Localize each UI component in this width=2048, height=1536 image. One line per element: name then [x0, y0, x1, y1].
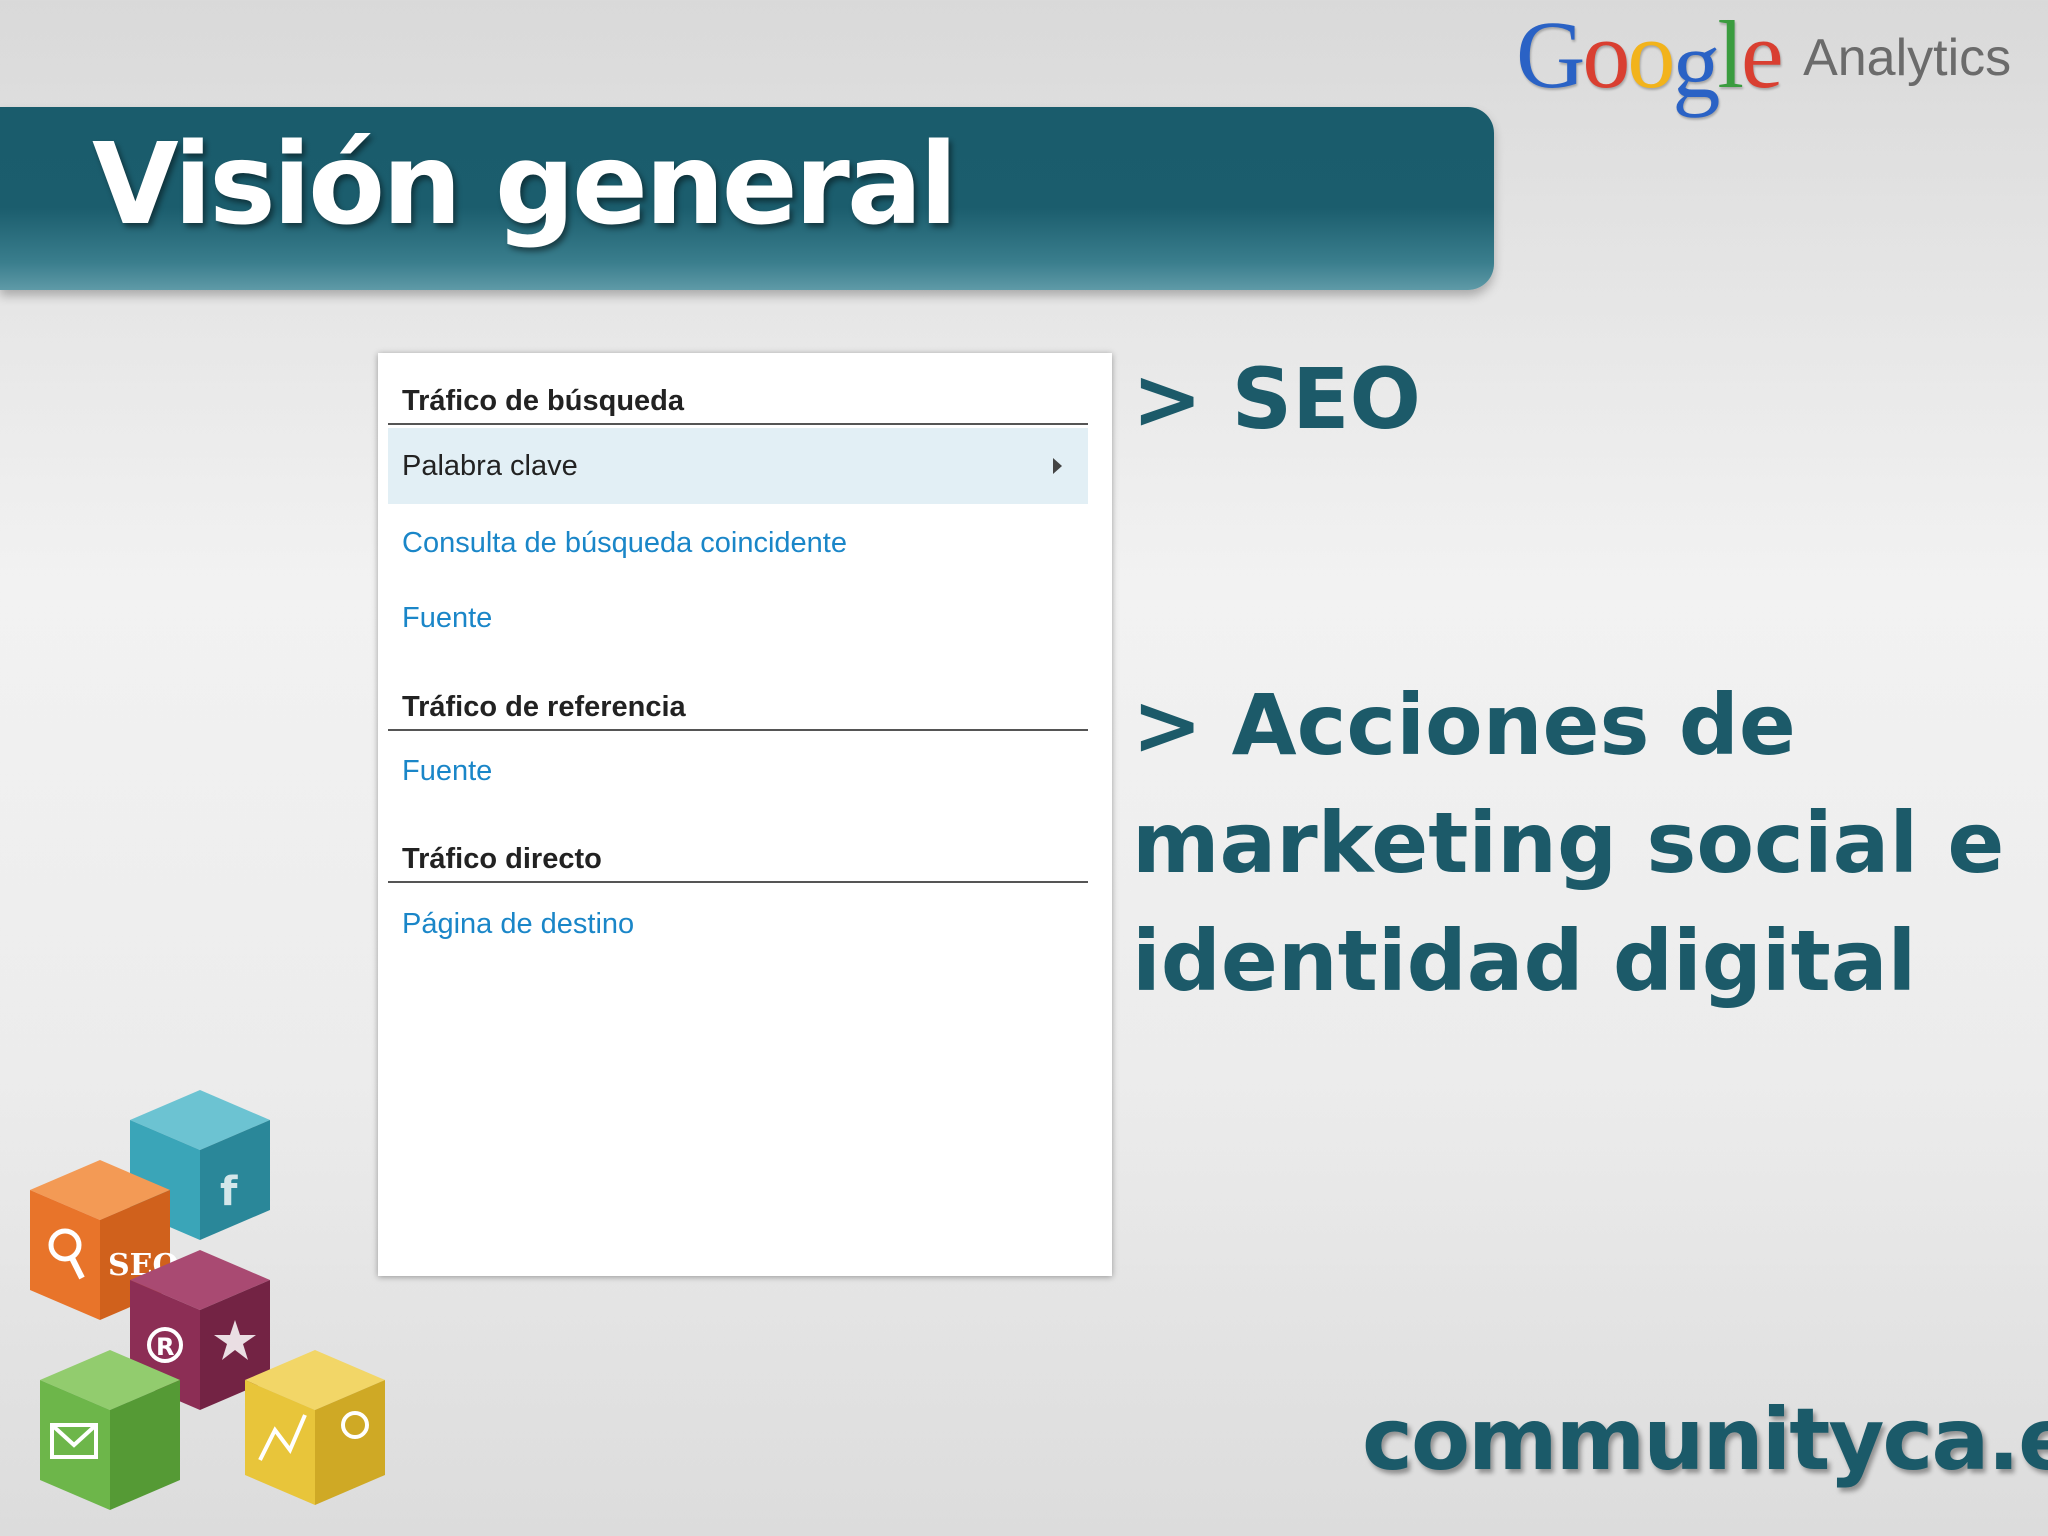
google-wordmark: Google	[1516, 0, 1784, 118]
slide-title: Visión general	[92, 120, 958, 250]
arrow-right-icon	[1053, 458, 1062, 474]
menu-item-keyword[interactable]: Palabra clave	[388, 428, 1088, 504]
bullet-seo: > SEO	[1132, 350, 1421, 448]
google-analytics-logo: Google Analytics	[1516, 0, 2012, 118]
google-letter: o	[1582, 1, 1630, 108]
svg-text:R: R	[156, 1333, 174, 1361]
bullet-social-line1: > Acciones de	[1132, 676, 1796, 774]
menu-item-landing-page[interactable]: Página de destino	[388, 886, 1088, 962]
section-heading-referral-traffic: Tráfico de referencia	[388, 683, 1088, 731]
analytics-wordmark: Analytics	[1803, 29, 2012, 87]
menu-item-referral-source[interactable]: Fuente	[388, 733, 1088, 809]
google-letter: G	[1516, 1, 1585, 108]
bullet-social-line2: marketing social e	[1132, 794, 2005, 892]
brand-logo: communityca.es	[1362, 1390, 2048, 1490]
menu-item-search-source[interactable]: Fuente	[388, 580, 1088, 656]
google-letter: o	[1627, 1, 1675, 108]
marketing-cubes-illustration: f SEO R	[30, 1090, 385, 1510]
google-letter: e	[1741, 1, 1784, 108]
green-mail-cube-icon	[40, 1350, 180, 1510]
bullet-social-line3: identidad digital	[1132, 912, 1917, 1010]
google-letter: g	[1672, 11, 1720, 118]
yellow-chart-cube-icon	[245, 1350, 385, 1505]
menu-item-matched-query[interactable]: Consulta de búsqueda coincidente	[388, 505, 1088, 581]
menu-item-label: Palabra clave	[402, 450, 578, 482]
section-heading-search-traffic: Tráfico de búsqueda	[388, 377, 1088, 425]
traffic-sources-panel: Tráfico de búsqueda Palabra clave Consul…	[378, 353, 1112, 1276]
section-heading-direct-traffic: Tráfico directo	[388, 835, 1088, 883]
svg-text:f: f	[220, 1169, 238, 1215]
google-letter: l	[1717, 1, 1744, 108]
